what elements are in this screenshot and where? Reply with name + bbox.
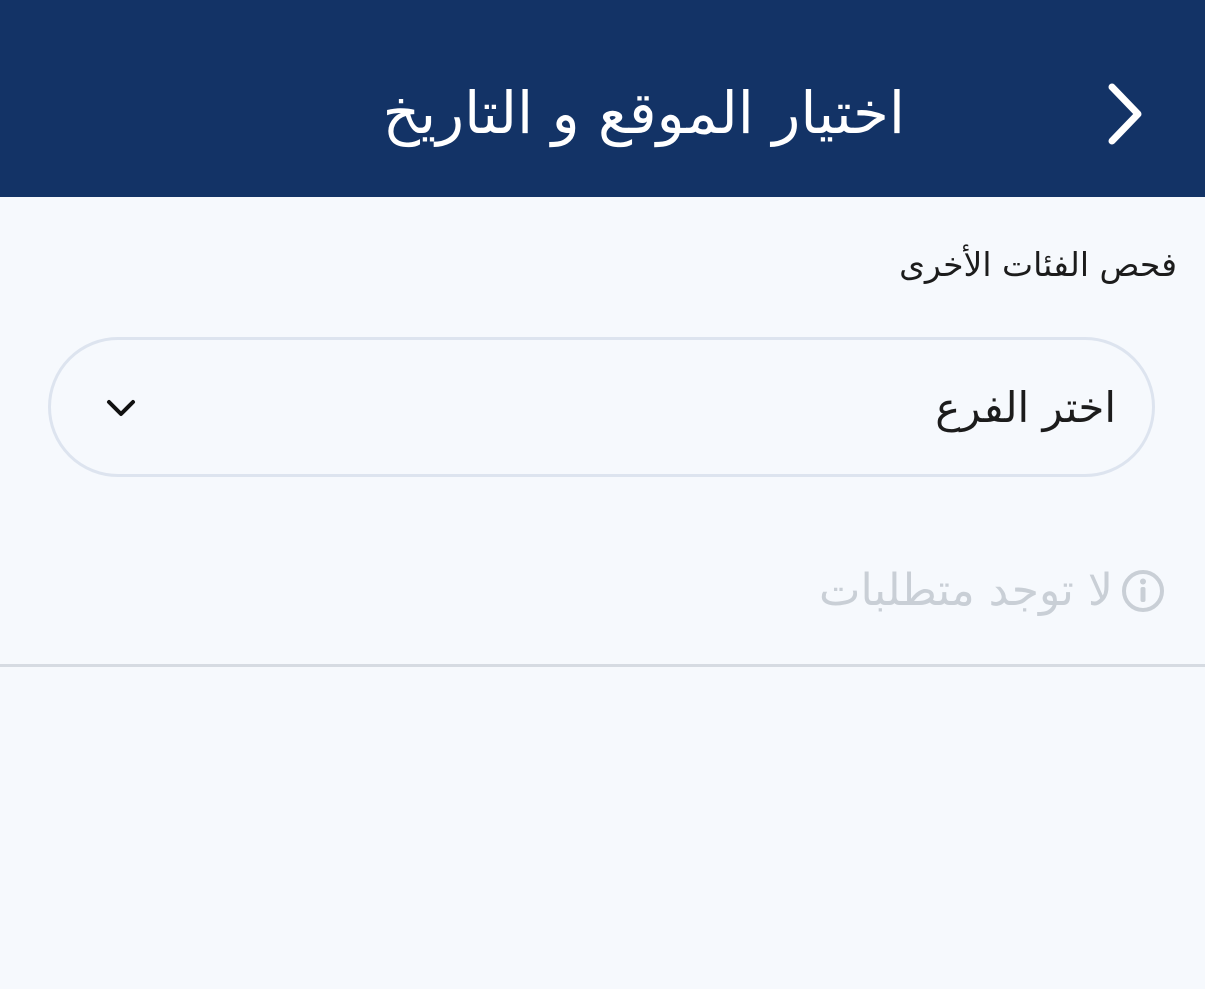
page-title: اختيار الموقع و التاريخ [382, 79, 905, 147]
divider [0, 664, 1205, 667]
branch-select[interactable]: اختر الفرع [48, 337, 1155, 477]
chevron-down-icon [107, 400, 135, 416]
branch-select-value: اختر الفرع [935, 383, 1116, 432]
section-label: فحص الفئات الأخرى [899, 245, 1177, 284]
requirements-message: لا توجد متطلبات [819, 565, 1113, 616]
info-icon [1122, 570, 1164, 612]
app-header: اختيار الموقع و التاريخ [0, 0, 1205, 197]
chevron-right-icon [1108, 83, 1142, 145]
requirements-notice: لا توجد متطلبات [819, 556, 1167, 626]
back-button[interactable] [1088, 76, 1164, 152]
